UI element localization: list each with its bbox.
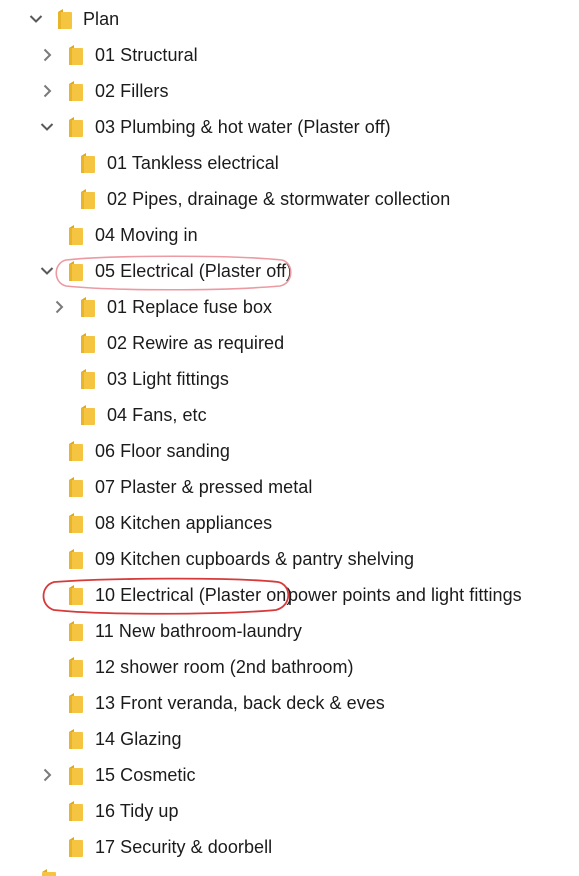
tree-item-label: 14 Glazing <box>95 729 182 749</box>
folder-icon <box>81 189 95 209</box>
tree-item-17-security[interactable]: 17 Security & doorbell <box>0 829 579 865</box>
tree-item-03-light-fittings[interactable]: 03 Light fittings <box>0 361 579 397</box>
tree-item-11-new-bathroom[interactable]: 11 New bathroom-laundry <box>0 613 579 649</box>
tree-item-03-plumbing[interactable]: 03 Plumbing & hot water (Plaster off) <box>0 109 579 145</box>
tree-item-08-kitchen-appliances[interactable]: 08 Kitchen appliances <box>0 505 579 541</box>
folder-icon <box>69 513 83 533</box>
folder-icon <box>69 585 83 605</box>
tree-item-label: 09 Kitchen cupboards & pantry shelving <box>95 549 415 569</box>
tree-item-label: 11 New bathroom-laundry <box>95 621 302 641</box>
tree-item-01-replace-fuse-box[interactable]: 01 Replace fuse box <box>0 289 579 325</box>
folder-icon <box>58 9 72 29</box>
tree-item-02-rewire[interactable]: 02 Rewire as required <box>0 325 579 361</box>
folder-icon <box>69 729 83 749</box>
chevron-down-icon[interactable] <box>38 118 56 136</box>
tree-item-label: 05 Electrical (Plaster off) <box>95 261 293 281</box>
tree-item-04-fans[interactable]: 04 Fans, etc <box>0 397 579 433</box>
handwritten-note: power points and light fittings <box>288 585 522 605</box>
folder-icon <box>69 621 83 641</box>
folder-icon <box>69 225 83 245</box>
tree-item-09-kitchen-cupboards[interactable]: 09 Kitchen cupboards & pantry shelving <box>0 541 579 577</box>
chevron-down-icon[interactable] <box>38 262 56 280</box>
chevron-right-icon[interactable] <box>50 298 68 316</box>
tree-item-12-shower-room[interactable]: 12 shower room (2nd bathroom) <box>0 649 579 685</box>
folder-tree: Plan 01 Structural 02 Fillers 03 Plumbin… <box>0 0 579 876</box>
tree-item-04-moving-in[interactable]: 04 Moving in <box>0 217 579 253</box>
folder-icon <box>69 549 83 569</box>
tree-item-07-plaster[interactable]: 07 Plaster & pressed metal <box>0 469 579 505</box>
chevron-right-icon[interactable] <box>38 766 56 784</box>
tree-item-13-front-veranda[interactable]: 13 Front veranda, back deck & eves <box>0 685 579 721</box>
tree-item-15-cosmetic[interactable]: 15 Cosmetic <box>0 757 579 793</box>
folder-icon <box>69 837 83 857</box>
folder-icon <box>69 441 83 461</box>
tree-item-label: 17 Security & doorbell <box>95 837 273 857</box>
folder-icon <box>81 153 95 173</box>
tree-item-label: 08 Kitchen appliances <box>95 513 273 533</box>
tree-item-label: 04 Fans, etc <box>107 405 207 425</box>
tree-item-label: 03 Light fittings <box>107 369 229 389</box>
chevron-right-icon[interactable] <box>38 82 56 100</box>
tree-item-label: 01 Structural <box>95 45 198 65</box>
tree-item-label: 01 Tankless electrical <box>107 153 279 173</box>
tree-item-05-electrical[interactable]: 05 Electrical (Plaster off) <box>0 253 579 289</box>
tree-item-16-tidy-up[interactable]: 16 Tidy up <box>0 793 579 829</box>
tree-item-label: 16 Tidy up <box>95 801 179 821</box>
folder-icon <box>81 405 95 425</box>
tree-item-label: 02 Fillers <box>95 81 169 101</box>
tree-item-label: Plan <box>83 9 120 29</box>
folder-icon <box>69 693 83 713</box>
folder-icon <box>69 81 83 101</box>
folder-icon <box>69 117 83 137</box>
tree-item-label: 01 Replace fuse box <box>107 297 273 317</box>
folder-icon <box>42 869 56 876</box>
folder-icon <box>69 657 83 677</box>
tree-item-01-structural[interactable]: 01 Structural <box>0 37 579 73</box>
tree-item-plan[interactable]: Plan <box>0 1 579 37</box>
folder-icon <box>81 333 95 353</box>
tree-item-14-glazing[interactable]: 14 Glazing <box>0 721 579 757</box>
folder-icon <box>69 801 83 821</box>
tree-item-01-tankless-electrical[interactable]: 01 Tankless electrical <box>0 145 579 181</box>
chevron-down-icon[interactable] <box>27 10 45 28</box>
folder-icon <box>69 261 83 281</box>
tree-item-label: 02 Rewire as required <box>107 333 285 353</box>
tree-item-label: 13 Front veranda, back deck & eves <box>95 693 385 713</box>
tree-item-label: 06 Floor sanding <box>95 441 230 461</box>
tree-item-label: 03 Plumbing & hot water (Plaster off) <box>95 117 391 137</box>
tree-item-02-fillers[interactable]: 02 Fillers <box>0 73 579 109</box>
folder-icon <box>69 45 83 65</box>
tree-item-10-electrical[interactable]: 10 Electrical (Plaster on) power points … <box>0 577 579 613</box>
tree-item-label: 07 Plaster & pressed metal <box>95 477 313 497</box>
tree-item-label: 04 Moving in <box>95 225 198 245</box>
chevron-right-icon[interactable] <box>38 46 56 64</box>
folder-icon <box>81 297 95 317</box>
tree-item-label: 02 Pipes, drainage & stormwater collecti… <box>107 189 451 209</box>
tree-item-02-pipes[interactable]: 02 Pipes, drainage & stormwater collecti… <box>0 181 579 217</box>
tree-item-label: 15 Cosmetic <box>95 765 196 785</box>
folder-icon <box>69 765 83 785</box>
tree-item-label: 10 Electrical (Plaster on) <box>95 585 293 605</box>
tree-item-06-floor-sanding[interactable]: 06 Floor sanding <box>0 433 579 469</box>
folder-icon <box>81 369 95 389</box>
tree-item-label: 12 shower room (2nd bathroom) <box>95 657 354 677</box>
folder-icon <box>69 477 83 497</box>
